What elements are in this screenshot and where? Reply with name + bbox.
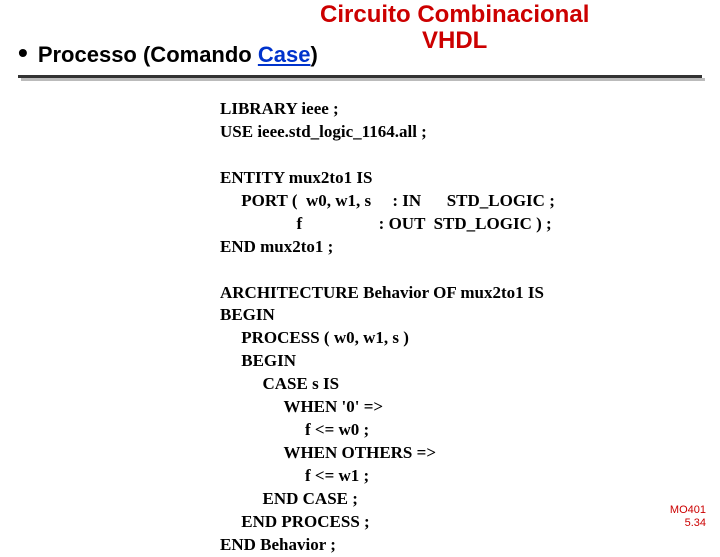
bullet-case-keyword: Case [258, 42, 311, 67]
footer-slide-number: 5.34 [685, 517, 706, 529]
slide-footer: MO401 5.34 [670, 504, 706, 530]
vhdl-code-block: LIBRARY ieee ; USE ieee.std_logic_1164.a… [220, 98, 555, 557]
bullet-dot: • [18, 42, 28, 64]
bullet-suffix: ) [310, 42, 317, 67]
bullet-item: • Processo (Comando Case) [18, 42, 318, 68]
bullet-text: Processo (Comando Case) [38, 42, 318, 68]
title-line-1: Circuito Combinacional [320, 1, 589, 28]
slide-title: Circuito Combinacional VHDL [320, 2, 589, 55]
title-line-2: VHDL [422, 27, 487, 54]
footer-course: MO401 [670, 504, 706, 516]
horizontal-rule-shadow [21, 78, 705, 81]
bullet-prefix: Processo (Comando [38, 42, 258, 67]
